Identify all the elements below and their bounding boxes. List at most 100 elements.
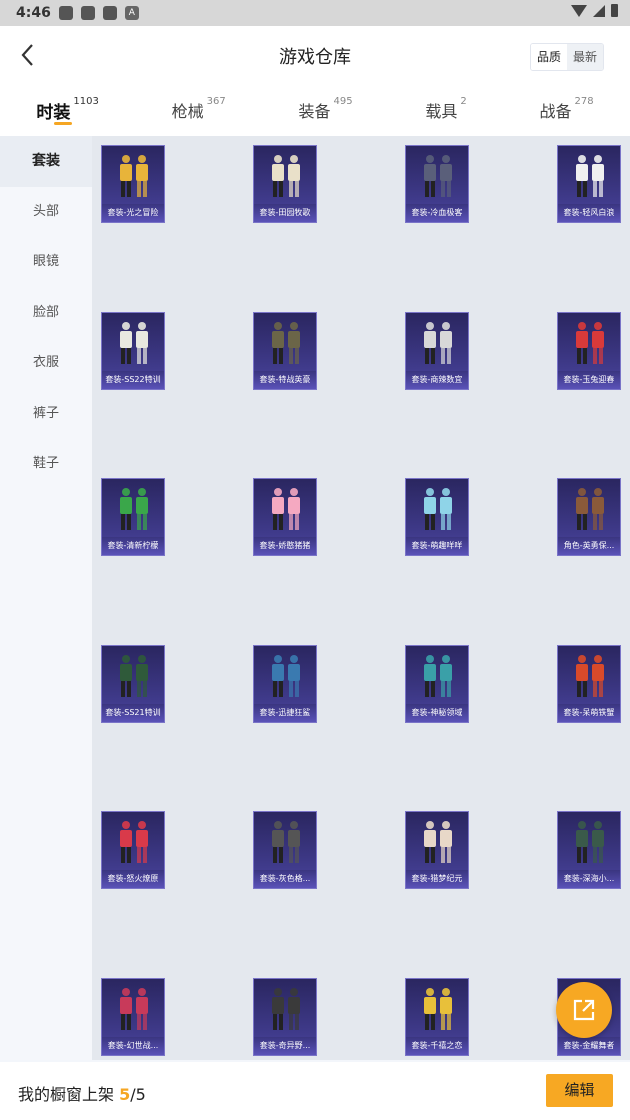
item-caption: 套装-呆萌铁蟹: [558, 704, 620, 722]
showcase-current: 5: [119, 1085, 131, 1104]
category-tabs: 时装 1103 枪械 367 装备 495 载具 2 战备 278: [0, 84, 630, 136]
outfit-thumbnail-icon: [424, 155, 452, 197]
outfit-thumbnail-icon: [424, 988, 452, 1030]
item-caption: 套装-SS22特训: [102, 371, 164, 389]
item-caption: 套装-迅捷狂鲨: [254, 704, 316, 722]
inventory-item[interactable]: 套装-猎梦纪元: [405, 811, 469, 889]
tab-label: 载具: [425, 102, 458, 121]
sidebar-item-head[interactable]: 头部: [0, 187, 92, 238]
tab-count: 2: [460, 96, 467, 107]
inventory-item[interactable]: 套装-怒火燎原: [101, 811, 165, 889]
tab-label: 枪械: [171, 102, 204, 121]
inventory-item[interactable]: 套装-清新柠檬: [101, 478, 165, 556]
item-caption: 套装-灰色格...: [254, 870, 316, 888]
tab-guns[interactable]: 枪械 367: [172, 84, 226, 122]
inventory-item[interactable]: 套装-幻世战...: [101, 978, 165, 1056]
inventory-item[interactable]: 套装-玉兔迎春: [557, 312, 621, 390]
outfit-thumbnail-icon: [272, 322, 300, 364]
outfit-thumbnail-icon: [120, 488, 148, 530]
inventory-item[interactable]: 套装-田园牧歌: [253, 145, 317, 223]
item-caption: 套装-奇异野...: [254, 1037, 316, 1055]
sidebar-item-clothes[interactable]: 衣服: [0, 338, 92, 389]
sort-quality-button[interactable]: 品质: [530, 44, 567, 70]
notification-icon: [102, 6, 117, 20]
item-grid: 套装-光之冒险 套装-田园牧歌 套装-冷血极客 套装-轻风白浪 套装-SS22特训 套装-…: [92, 136, 630, 1060]
item-caption: 套装-特战英豪: [254, 371, 316, 389]
tab-count: 278: [574, 96, 594, 107]
tab-count: 367: [206, 96, 226, 107]
inventory-item[interactable]: 角色-英勇保...: [557, 478, 621, 556]
status-bar: 4:46 A: [0, 0, 630, 26]
sort-toggle: 品质 最新: [529, 43, 604, 71]
inventory-item[interactable]: 套装-SS21特训: [101, 645, 165, 723]
outfit-thumbnail-icon: [424, 322, 452, 364]
outfit-thumbnail-icon: [424, 821, 452, 863]
item-caption: 套装-清新柠檬: [102, 537, 164, 555]
inventory-item[interactable]: 套装-商辣数宜: [405, 312, 469, 390]
item-caption: 套装-千禧之恋: [406, 1037, 468, 1055]
inventory-item[interactable]: 套装-奇异野...: [253, 978, 317, 1056]
outfit-thumbnail-icon: [272, 655, 300, 697]
share-external-icon: [573, 999, 595, 1021]
sidebar-item-suit[interactable]: 套装: [0, 136, 92, 187]
inventory-item[interactable]: 套装-灰色格...: [253, 811, 317, 889]
showcase-label: 我的橱窗上架: [18, 1085, 120, 1104]
tab-vehicles[interactable]: 载具 2: [425, 84, 466, 122]
item-caption: 套装-光之冒险: [102, 204, 164, 222]
tab-supplies[interactable]: 战备 278: [540, 84, 594, 122]
outfit-thumbnail-icon: [576, 821, 604, 863]
active-tab-indicator: [54, 122, 73, 125]
tab-label: 装备: [298, 102, 331, 121]
item-caption: 套装-SS21特训: [102, 704, 164, 722]
item-caption: 套装-幻世战...: [102, 1037, 164, 1055]
outfit-thumbnail-icon: [120, 821, 148, 863]
battery-icon: [611, 4, 618, 17]
showcase-bar: 我的橱窗上架 5/5 编辑: [0, 1062, 630, 1120]
status-time: 4:46: [16, 5, 51, 21]
sort-latest-button[interactable]: 最新: [566, 44, 603, 70]
inventory-item[interactable]: 套装-SS22特训: [101, 312, 165, 390]
outfit-thumbnail-icon: [272, 488, 300, 530]
inventory-item[interactable]: 套装-呆萌铁蟹: [557, 645, 621, 723]
outfit-thumbnail-icon: [424, 655, 452, 697]
inventory-item[interactable]: 套装-神秘领域: [405, 645, 469, 723]
item-caption: 套装-金耀舞者: [558, 1037, 620, 1055]
outfit-thumbnail-icon: [424, 488, 452, 530]
notification-icon: [58, 6, 73, 20]
header: 游戏仓库 品质 最新: [0, 26, 630, 84]
item-caption: 套装-猎梦纪元: [406, 870, 468, 888]
item-caption: 套装-深海小...: [558, 870, 620, 888]
item-caption: 套装-商辣数宜: [406, 371, 468, 389]
inventory-item[interactable]: 套装-冷血极客: [405, 145, 469, 223]
inventory-item[interactable]: 套装-娇憨猪猪: [253, 478, 317, 556]
sidebar-item-pants[interactable]: 裤子: [0, 389, 92, 440]
outfit-thumbnail-icon: [120, 988, 148, 1030]
tab-label: 时装: [36, 103, 71, 123]
outfit-thumbnail-icon: [120, 655, 148, 697]
item-caption: 套装-神秘领域: [406, 704, 468, 722]
share-button[interactable]: [556, 982, 612, 1038]
sidebar-item-face[interactable]: 脸部: [0, 288, 92, 339]
outfit-thumbnail-icon: [272, 821, 300, 863]
outfit-thumbnail-icon: [576, 322, 604, 364]
inventory-item[interactable]: 套装-特战英豪: [253, 312, 317, 390]
tab-label: 战备: [539, 102, 572, 121]
sidebar-item-shoes[interactable]: 鞋子: [0, 439, 92, 490]
item-caption: 套装-娇憨猪猪: [254, 537, 316, 555]
outfit-thumbnail-icon: [576, 488, 604, 530]
inventory-item[interactable]: 套装-深海小...: [557, 811, 621, 889]
inventory-item[interactable]: 套装-萌趣咩咩: [405, 478, 469, 556]
notification-icon: [80, 6, 95, 20]
inventory-item[interactable]: 套装-光之冒险: [101, 145, 165, 223]
edit-button[interactable]: 编辑: [546, 1074, 613, 1107]
tab-count: 495: [333, 96, 353, 107]
inventory-item[interactable]: 套装-轻风白浪: [557, 145, 621, 223]
signal-icon: [593, 4, 605, 17]
tab-fashion[interactable]: 时装 1103: [36, 84, 99, 125]
sidebar-item-glasses[interactable]: 眼镜: [0, 237, 92, 288]
notification-a-icon: A: [124, 6, 139, 20]
outfit-thumbnail-icon: [272, 988, 300, 1030]
tab-equipment[interactable]: 装备 495: [298, 84, 352, 122]
inventory-item[interactable]: 套装-千禧之恋: [405, 978, 469, 1056]
inventory-item[interactable]: 套装-迅捷狂鲨: [253, 645, 317, 723]
